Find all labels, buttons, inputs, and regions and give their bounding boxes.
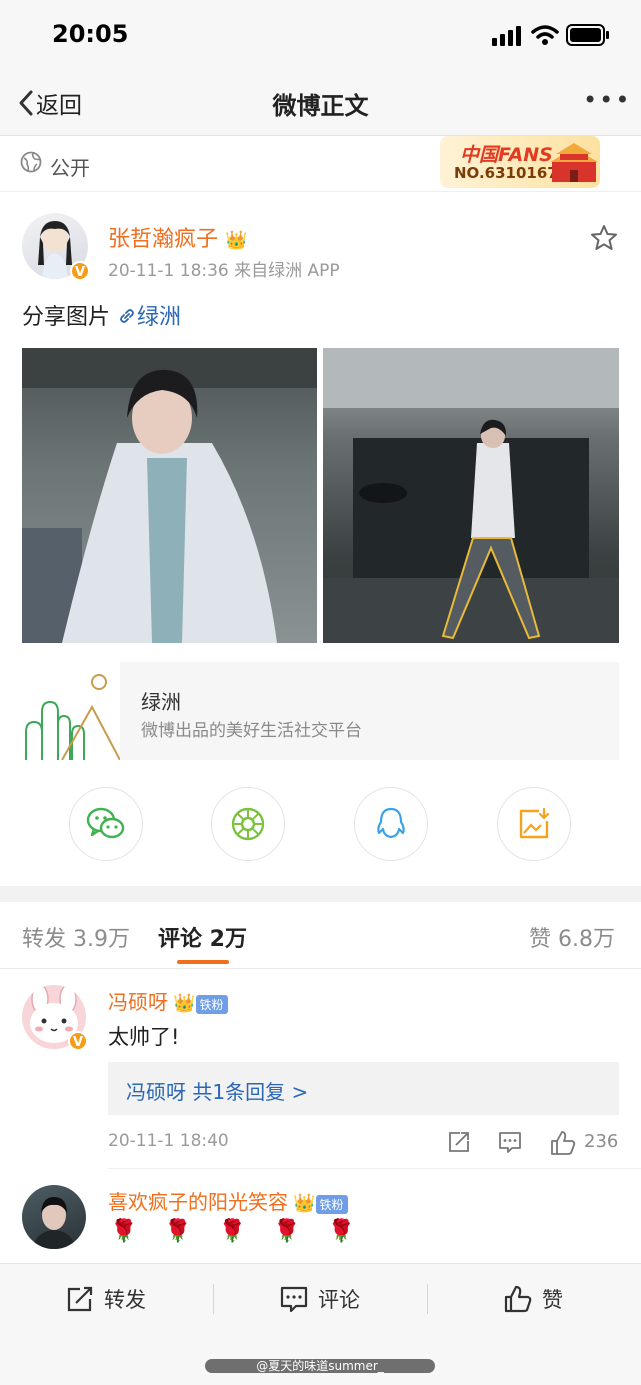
comment-author: 冯硕呀 — [108, 990, 168, 1014]
comment-date: 20-11-1 18:40 — [108, 1131, 229, 1151]
repost-button[interactable]: 转发 — [66, 1284, 146, 1314]
comment-divider — [108, 1168, 641, 1169]
fan-level-badge: 铁粉 — [315, 1195, 348, 1214]
repost-icon — [67, 1286, 93, 1312]
signal-icon — [492, 26, 521, 46]
reply-comment-icon[interactable] — [498, 1130, 522, 1154]
globe-icon — [20, 151, 42, 173]
crown-icon: 👑 — [293, 1193, 316, 1214]
comment-button[interactable]: 评论 — [280, 1284, 360, 1314]
fans-badge-number: NO.6310167 — [454, 164, 558, 182]
section-divider — [0, 886, 641, 902]
comment-author-row[interactable]: 冯硕呀 👑 铁粉 — [108, 986, 228, 1015]
oasis-link[interactable]: 绿洲 — [117, 305, 181, 330]
page-title: 微博正文 — [272, 92, 369, 120]
post-image-2[interactable] — [323, 348, 619, 643]
wifi-icon — [531, 25, 559, 45]
favorite-star-icon[interactable] — [590, 224, 618, 252]
comment-like-count: 236 — [584, 1131, 619, 1152]
crown-icon: 👑 — [173, 993, 196, 1014]
comment-text: 🌹 🌹 🌹 🌹 🌹 — [110, 1219, 365, 1244]
tab-repost[interactable]: 转发 3.9万 — [22, 921, 130, 953]
commenter-verified-badge: V — [68, 1031, 88, 1051]
more-button[interactable]: ••• — [583, 86, 631, 114]
tab-divider — [0, 968, 641, 969]
post-body: 分享图片 — [22, 305, 111, 330]
comment-label: 评论 — [318, 1288, 360, 1312]
photo-person-garage — [323, 348, 619, 643]
share-qq-button[interactable] — [354, 787, 428, 861]
wechat-icon — [86, 807, 125, 839]
tab-like[interactable]: 赞 6.8万 — [529, 921, 615, 953]
post-text: 分享图片 绿洲 — [22, 299, 181, 331]
replies-link[interactable]: 冯硕呀 共1条回复 > — [126, 1076, 308, 1105]
like-icon — [504, 1285, 532, 1313]
share-wechat-button[interactable] — [69, 787, 143, 861]
crown-icon: 👑 — [225, 230, 248, 251]
author-name: 张哲瀚疯子 — [108, 227, 219, 252]
fan-level-badge: 铁粉 — [195, 995, 228, 1014]
verified-badge: V — [70, 261, 90, 281]
repost-comment-icon[interactable] — [447, 1130, 471, 1154]
battery-icon — [566, 24, 609, 46]
post-image-1[interactable] — [22, 348, 317, 643]
share-moments-button[interactable] — [211, 787, 285, 861]
bar-divider — [427, 1284, 428, 1314]
comment-author: 喜欢疯子的阳光笑容 — [108, 1190, 288, 1214]
watermark: @夏天的味道summer_ — [205, 1359, 435, 1373]
bar-divider — [213, 1284, 214, 1314]
oasis-card-title: 绿洲 — [141, 690, 181, 714]
like-button[interactable]: 赞 — [504, 1284, 563, 1314]
tab-comment[interactable]: 评论 2万 — [158, 921, 247, 953]
photo-person-closeup — [22, 348, 317, 643]
portrait-avatar-illustration — [32, 1197, 76, 1249]
visibility-label: 公开 — [50, 156, 90, 180]
oasis-card-description: 微博出品的美好生活社交平台 — [141, 721, 362, 741]
post-meta: 20-11-1 18:36 来自绿洲 APP — [108, 261, 340, 281]
link-icon — [120, 309, 134, 323]
like-comment-icon[interactable] — [550, 1130, 576, 1156]
like-label: 赞 — [542, 1288, 563, 1312]
save-image-button[interactable] — [497, 787, 571, 861]
commenter-avatar[interactable] — [22, 1185, 86, 1249]
oasis-link-label: 绿洲 — [137, 305, 182, 330]
oasis-card-thumbnail — [22, 662, 121, 761]
active-tab-indicator — [177, 960, 229, 964]
author-name-row[interactable]: 张哲瀚疯子 👑 — [108, 221, 247, 253]
comment-author-row[interactable]: 喜欢疯子的阳光笑容 👑 铁粉 — [108, 1186, 348, 1215]
qq-icon — [377, 807, 405, 839]
fans-badge[interactable]: 中国FANS NO.6310167 — [440, 136, 600, 188]
repost-label: 转发 — [104, 1288, 146, 1312]
fans-badge-title: 中国FANS — [460, 144, 553, 166]
status-time: 20:05 — [52, 20, 129, 48]
tiananmen-icon — [550, 143, 598, 182]
comment-text: 太帅了! — [108, 1025, 180, 1049]
moments-icon — [231, 807, 265, 841]
oasis-logo-icon — [25, 674, 121, 761]
save-image-icon — [519, 807, 550, 839]
comment-icon — [280, 1286, 308, 1313]
